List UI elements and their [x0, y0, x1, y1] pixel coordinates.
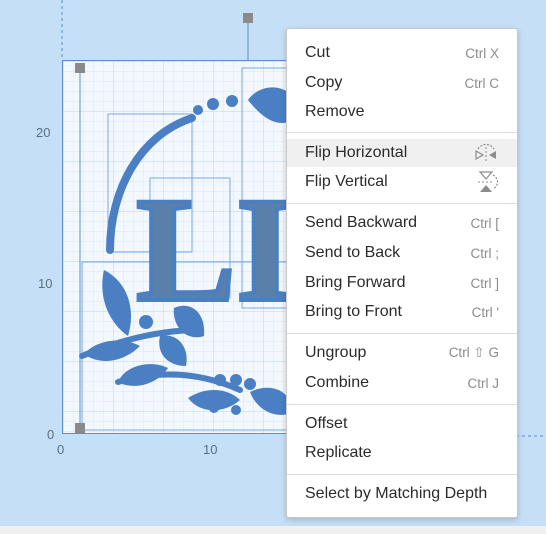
menu-item-label: Send to Back [305, 244, 401, 261]
leaf [159, 335, 187, 366]
shortcut: Ctrl X [465, 45, 499, 61]
shortcut: Ctrl C [464, 75, 500, 91]
shortcut: Ctrl ⇧ G [448, 345, 499, 360]
leaf [118, 364, 168, 386]
menu-item-combine[interactable]: Combine Ctrl J [287, 369, 517, 397]
menu-item-label: Remove [305, 103, 365, 120]
menu-item-cut[interactable]: Cut Ctrl X [287, 39, 517, 67]
menu-item-flip-vertical[interactable]: Flip Vertical [287, 168, 517, 196]
menu-item-label: Bring Forward [305, 274, 406, 291]
menu-item-label: Copy [305, 74, 343, 91]
menu-item-ungroup[interactable]: Ungroup Ctrl ⇧ G [287, 339, 517, 367]
context-menu: Cut Ctrl X Copy Ctrl C Remove Flip Horiz… [286, 28, 518, 518]
arc-dot [207, 98, 219, 110]
menu-item-label: Flip Vertical [305, 173, 388, 190]
menu-item-label: Offset [305, 415, 348, 432]
menu-separator [287, 404, 517, 405]
berry [209, 403, 219, 413]
menu-item-flip-horizontal[interactable]: Flip Horizontal [287, 139, 517, 167]
menu-item-bring-to-front[interactable]: Bring to Front Ctrl ' [287, 298, 517, 326]
flip-vertical-icon [478, 171, 499, 192]
menu-item-label: Cut [305, 44, 330, 61]
menu-item-label: Send Backward [305, 214, 418, 231]
shortcut: Ctrl [ [470, 215, 500, 231]
menu-item-send-to-back[interactable]: Send to Back Ctrl ; [287, 239, 517, 267]
corner-handle-top-left[interactable] [75, 63, 85, 73]
shortcut: Ctrl J [467, 375, 500, 391]
bottom-strip [0, 526, 546, 534]
menu-item-label: Replicate [305, 444, 372, 461]
berry [231, 405, 241, 415]
menu-item-select-by-matching-depth[interactable]: Select by Matching Depth [287, 480, 517, 508]
rotate-handle[interactable] [243, 13, 253, 23]
shortcut: Ctrl ; [470, 245, 500, 261]
flip-horizontal-icon [475, 143, 496, 163]
arc-dot [226, 95, 238, 107]
menu-item-send-backward[interactable]: Send Backward Ctrl [ [287, 209, 517, 237]
berry [244, 378, 256, 390]
shortcut: Ctrl ] [470, 275, 500, 291]
shortcut: Ctrl ' [471, 304, 499, 320]
menu-item-label: Ungroup [305, 344, 367, 361]
menu-item-replicate[interactable]: Replicate [287, 439, 517, 467]
corner-handle-bottom-left[interactable] [75, 423, 85, 433]
menu-item-label: Select by Matching Depth [305, 485, 488, 502]
berry [139, 315, 153, 329]
leaf [84, 340, 140, 361]
berry [214, 374, 226, 386]
berry [230, 374, 242, 386]
menu-item-label: Combine [305, 374, 370, 391]
menu-item-bring-forward[interactable]: Bring Forward Ctrl ] [287, 269, 517, 297]
arc-dot [193, 105, 203, 115]
menu-separator [287, 474, 517, 475]
top-flower [248, 87, 288, 124]
menu-separator [287, 203, 517, 204]
menu-separator [287, 132, 517, 133]
menu-item-remove[interactable]: Remove [287, 98, 517, 126]
menu-item-offset[interactable]: Offset [287, 410, 517, 438]
leaf [250, 387, 288, 415]
menu-item-label: Bring to Front [305, 303, 402, 320]
menu-separator [287, 333, 517, 334]
menu-item-label: Flip Horizontal [305, 144, 408, 161]
menu-item-copy[interactable]: Copy Ctrl C [287, 69, 517, 97]
leaf [102, 270, 131, 336]
